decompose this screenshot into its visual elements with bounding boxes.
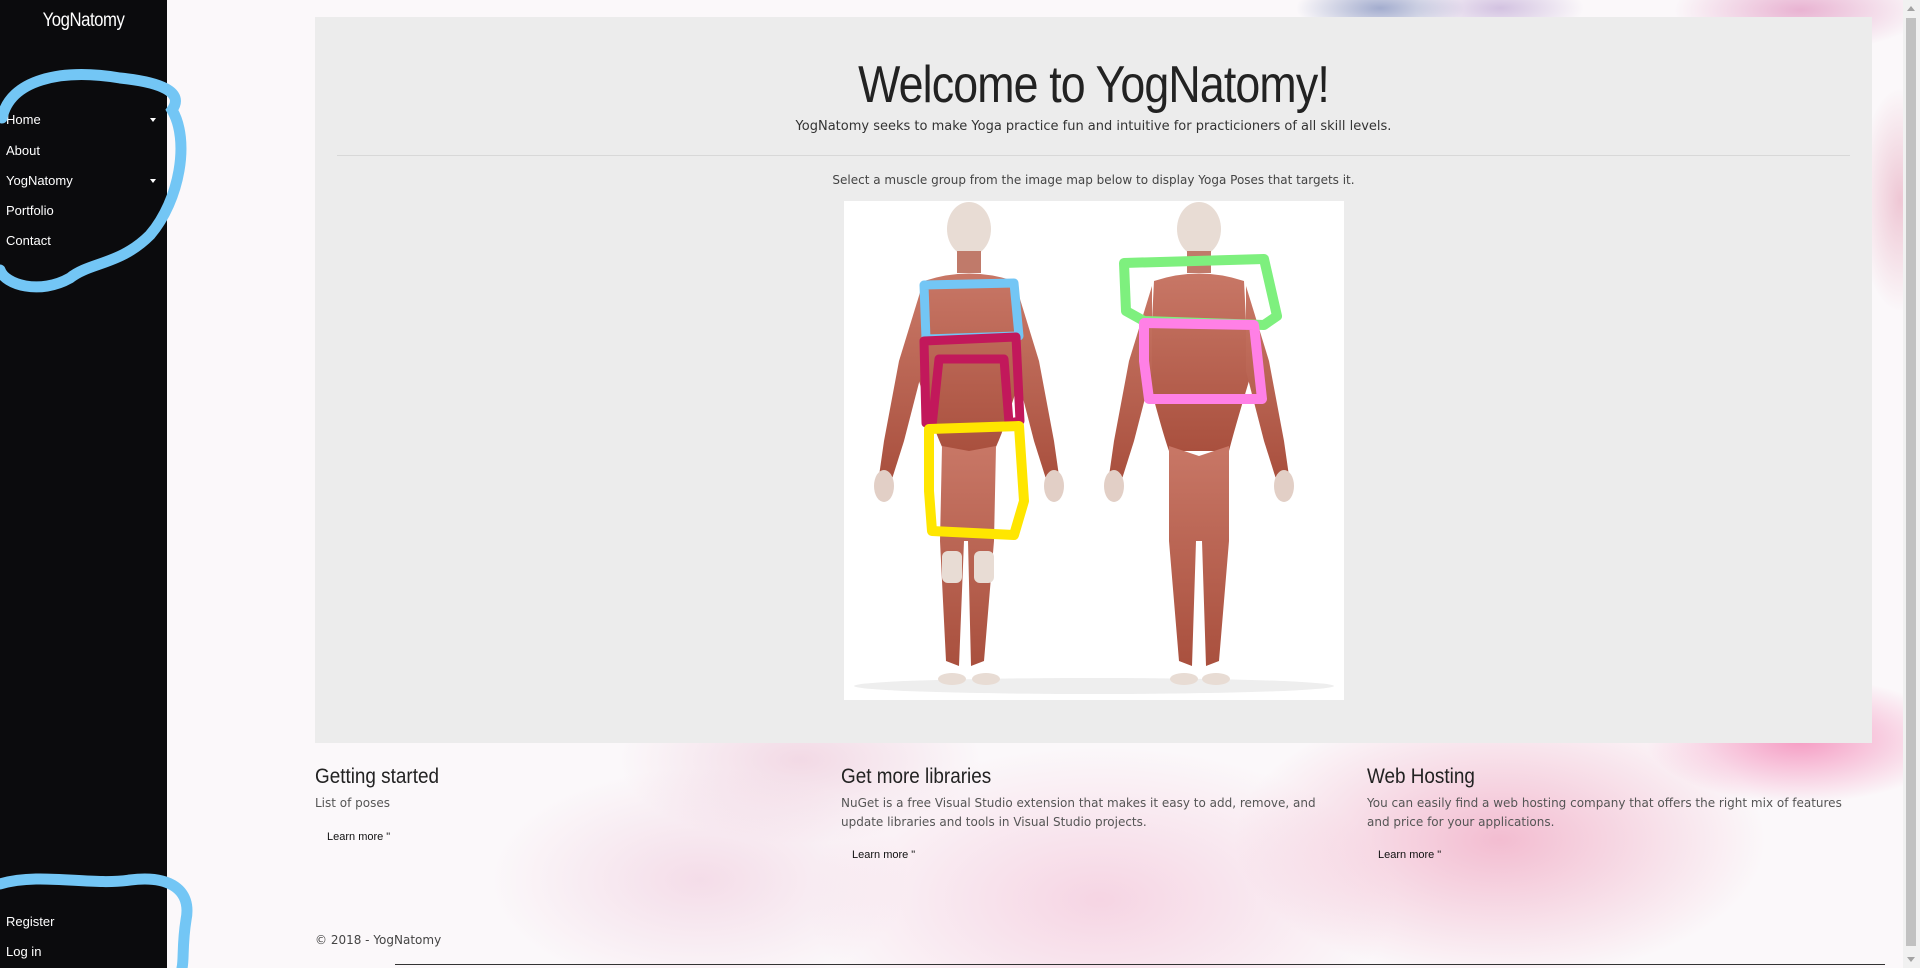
column-text-getting-started: List of poses [315,796,391,810]
bottom-divider [395,964,1885,965]
muscle-image-map[interactable] [844,201,1344,700]
page-title: Welcome to YogNatomy! [858,56,1330,114]
annotation-circle-nav [0,69,187,293]
learn-more-button[interactable]: Learn more " [327,831,390,843]
instruction-text: Select a muscle group from the image map… [832,173,1355,187]
annotation-overlay [0,69,193,968]
column-title-libraries: Get more libraries [841,765,992,788]
annotation-circle-account [0,873,193,968]
column-text-libraries: NuGet is a free Visual Studio extension … [841,796,1316,829]
footer-copyright: © 2018 - YogNatomy [315,933,442,947]
page-subtitle: YogNatomy seeks to make Yoga practice fu… [795,119,1392,134]
learn-more-button[interactable]: Learn more " [1378,849,1441,861]
column-title-getting-started: Getting started [315,765,439,788]
learn-more-button[interactable]: Learn more " [852,849,915,861]
scroll-thumb[interactable] [1906,18,1916,946]
column-title-web-hosting: Web Hosting [1367,765,1475,788]
anatomy-figure-front [874,202,1064,685]
jumbotron: Welcome to YogNatomy! YogNatomy seeks to… [315,17,1872,743]
vertical-scrollbar[interactable] [1903,0,1920,968]
divider [337,155,1850,156]
scroll-up-arrow-icon[interactable] [1907,6,1915,11]
column-text-web-hosting: You can easily find a web hosting compan… [1367,796,1842,829]
scroll-down-arrow-icon[interactable] [1907,957,1915,962]
